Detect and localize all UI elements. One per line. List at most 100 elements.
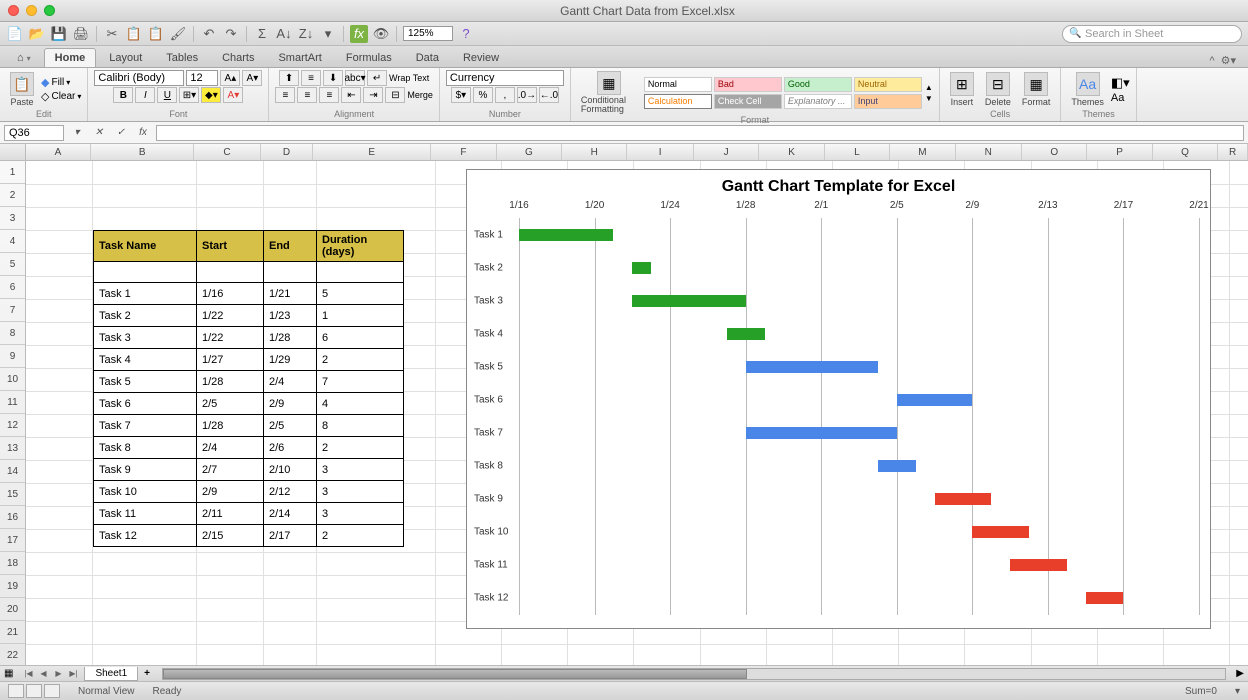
formula-input[interactable]	[156, 125, 1244, 141]
font-size-select[interactable]	[186, 70, 218, 86]
insert-cells-button[interactable]: ⊞Insert	[946, 71, 978, 108]
style-bad[interactable]: Bad	[714, 77, 782, 92]
maximize-window-button[interactable]	[44, 5, 55, 16]
sort-desc-icon[interactable]: Z↓	[297, 25, 315, 43]
merge-button[interactable]: ⊟	[385, 87, 405, 103]
open-file-icon[interactable]: 📂	[28, 25, 46, 43]
ribbon-tab-tables[interactable]: Tables	[155, 48, 209, 67]
increase-font-icon[interactable]: A▴	[220, 70, 240, 86]
table-header[interactable]: Start	[197, 231, 264, 262]
table-row[interactable]: Task 82/42/62	[94, 437, 404, 459]
fx-icon[interactable]: fx	[350, 25, 368, 43]
page-layout-view-button[interactable]	[26, 684, 42, 698]
gantt-bar[interactable]	[746, 361, 878, 373]
ribbon-tab-review[interactable]: Review	[452, 48, 510, 67]
row-header-10[interactable]: 10	[0, 368, 25, 391]
gantt-bar[interactable]	[972, 526, 1029, 538]
col-header-N[interactable]: N	[956, 144, 1022, 160]
row-header-22[interactable]: 22	[0, 644, 25, 665]
gantt-bar[interactable]	[1086, 592, 1124, 604]
table-row[interactable]: Task 41/271/292	[94, 349, 404, 371]
col-header-R[interactable]: R	[1218, 144, 1248, 160]
table-row[interactable]: Task 31/221/286	[94, 327, 404, 349]
col-header-O[interactable]: O	[1022, 144, 1087, 160]
row-header-18[interactable]: 18	[0, 552, 25, 575]
gantt-bar[interactable]	[1010, 559, 1067, 571]
fx-button[interactable]: fx	[134, 125, 152, 141]
style-check-cell[interactable]: Check Cell	[714, 94, 782, 109]
row-header-15[interactable]: 15	[0, 483, 25, 506]
ribbon-tab-formulas[interactable]: Formulas	[335, 48, 403, 67]
align-right-icon[interactable]: ≡	[319, 87, 339, 103]
table-row[interactable]: Task 92/72/103	[94, 459, 404, 481]
save-icon[interactable]: 💾	[50, 25, 68, 43]
clear-icon[interactable]: ◇	[41, 90, 49, 103]
col-header-A[interactable]: A	[26, 144, 91, 160]
gantt-bar[interactable]	[746, 427, 897, 439]
gantt-bar[interactable]	[897, 394, 973, 406]
gantt-bar[interactable]	[632, 295, 745, 307]
sort-asc-icon[interactable]: A↓	[275, 25, 293, 43]
paste-button[interactable]: 📋 Paste	[6, 71, 38, 108]
bold-button[interactable]: B	[113, 87, 133, 103]
col-header-L[interactable]: L	[825, 144, 890, 160]
minimize-window-button[interactable]	[26, 5, 37, 16]
row-header-5[interactable]: 5	[0, 253, 25, 276]
conditional-formatting-button[interactable]: ▦ Conditional Formatting	[577, 70, 641, 115]
style-scroll-down-icon[interactable]: ▼	[925, 94, 933, 103]
new-file-icon[interactable]: 📄	[6, 25, 24, 43]
increase-indent-icon[interactable]: ⇥	[363, 87, 383, 103]
ribbon-tab-smartart[interactable]: SmartArt	[267, 48, 332, 67]
row-header-4[interactable]: 4	[0, 230, 25, 253]
col-header-J[interactable]: J	[694, 144, 759, 160]
merge-label[interactable]: Merge	[407, 90, 433, 100]
fill-label[interactable]: Fill	[51, 77, 64, 88]
search-input[interactable]: Search in Sheet	[1062, 25, 1242, 43]
row-header-17[interactable]: 17	[0, 529, 25, 552]
col-header-G[interactable]: G	[497, 144, 562, 160]
row-header-16[interactable]: 16	[0, 506, 25, 529]
align-left-icon[interactable]: ≡	[275, 87, 295, 103]
format-cells-button[interactable]: ▦Format	[1018, 71, 1055, 108]
prev-sheet-icon[interactable]: ◀	[36, 668, 50, 680]
style-explanatory[interactable]: Explanatory ...	[784, 94, 852, 109]
row-header-3[interactable]: 3	[0, 207, 25, 230]
table-header[interactable]: Task Name	[94, 231, 197, 262]
ribbon-tab-data[interactable]: Data	[405, 48, 450, 67]
align-bottom-icon[interactable]: ⬇	[323, 70, 343, 86]
gantt-bar[interactable]	[935, 493, 992, 505]
row-header-13[interactable]: 13	[0, 437, 25, 460]
fill-icon[interactable]: ◆	[41, 76, 49, 89]
row-header-12[interactable]: 12	[0, 414, 25, 437]
col-header-F[interactable]: F	[431, 144, 496, 160]
number-format-select[interactable]	[446, 70, 564, 86]
table-row[interactable]: Task 102/92/123	[94, 481, 404, 503]
percent-icon[interactable]: %	[473, 87, 493, 103]
add-sheet-button[interactable]: +	[138, 668, 156, 679]
row-header-6[interactable]: 6	[0, 276, 25, 299]
format-painter-icon[interactable]: 🖌	[169, 25, 187, 43]
font-name-select[interactable]	[94, 70, 184, 86]
align-top-icon[interactable]: ⬆	[279, 70, 299, 86]
delete-cells-button[interactable]: ⊟Delete	[981, 71, 1015, 108]
ribbon-tab-charts[interactable]: Charts	[211, 48, 265, 67]
name-box[interactable]	[4, 125, 64, 141]
style-normal[interactable]: Normal	[644, 77, 712, 92]
style-calculation[interactable]: Calculation	[644, 94, 712, 109]
data-table[interactable]: Task NameStartEndDuration (days) Task 11…	[93, 230, 404, 547]
next-sheet-icon[interactable]: ▶	[51, 668, 65, 680]
row-header-14[interactable]: 14	[0, 460, 25, 483]
col-header-K[interactable]: K	[759, 144, 824, 160]
ribbon-collapse-icon[interactable]: ^	[1209, 55, 1214, 67]
wrap-text-label[interactable]: Wrap Text	[389, 73, 429, 83]
accept-formula-icon[interactable]: ✓	[112, 125, 130, 141]
table-row[interactable]: Task 21/221/231	[94, 305, 404, 327]
gantt-bar[interactable]	[519, 229, 613, 241]
ribbon-settings-icon[interactable]: ⚙▾	[1221, 54, 1236, 67]
theme-fonts-button[interactable]: Aa	[1111, 92, 1130, 104]
row-header-1[interactable]: 1	[0, 161, 25, 184]
col-header-D[interactable]: D	[261, 144, 314, 160]
help-icon[interactable]: ?	[457, 25, 475, 43]
dropdown-icon[interactable]: ▾	[68, 125, 86, 141]
row-header-20[interactable]: 20	[0, 598, 25, 621]
